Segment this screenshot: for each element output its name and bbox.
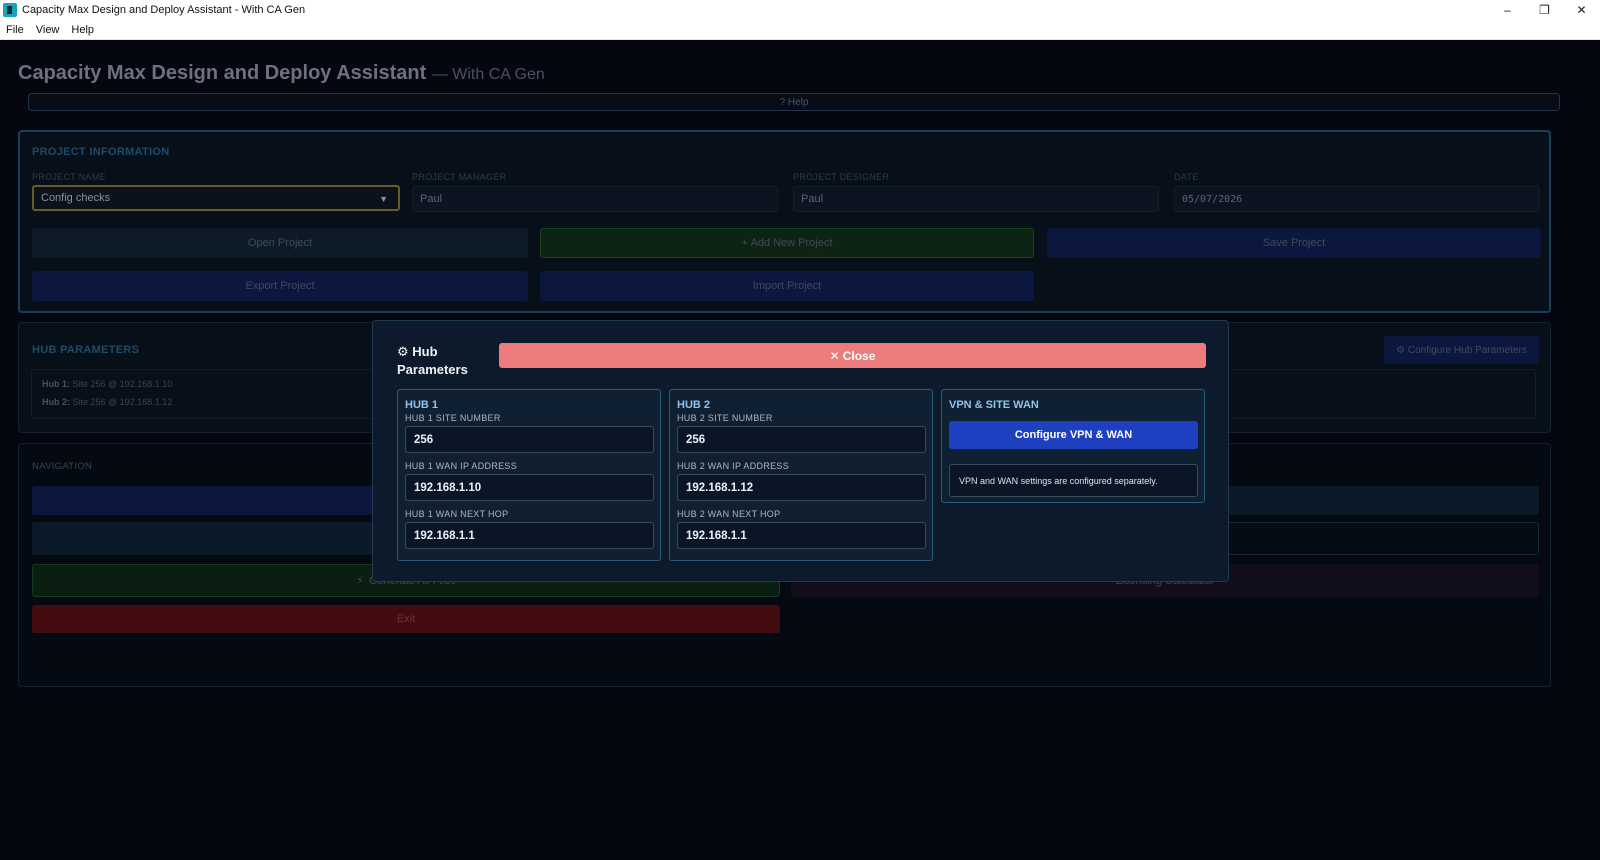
project-manager-field[interactable]: Paul [412,186,778,212]
project-designer-field[interactable]: Paul [793,186,1159,212]
project-info-title: PROJECT INFORMATION [32,146,170,158]
menu-view[interactable]: View [30,24,66,36]
help-button[interactable]: ? Help [28,93,1560,111]
hub-parameters-title: HUB PARAMETERS [32,344,140,356]
configure-vpn-wan-button[interactable]: Configure VPN & WAN [949,421,1198,449]
hub2-summary-value: Site 256 @ 192.168.1.12 [72,397,173,407]
configure-hub-parameters-button[interactable]: ⚙ Configure Hub Parameters [1384,336,1539,364]
hub2-ip-input[interactable]: 192.168.1.12 [677,474,926,501]
close-window-button[interactable]: ✕ [1563,0,1600,20]
app-icon [3,3,17,17]
menu-file[interactable]: File [0,24,30,36]
hub2-title: HUB 2 [677,399,711,411]
hub2-summary: Hub 2: Site 256 @ 192.168.1.12 [42,397,172,407]
menu-help[interactable]: Help [65,24,100,36]
hub2-ip-label: HUB 2 WAN IP ADDRESS [677,461,790,471]
modal-title: ⚙ Hub Parameters [397,343,468,379]
app-title: Capacity Max Design and Deploy Assistant… [18,62,545,85]
project-designer-label: PROJECT DESIGNER [793,172,890,182]
hub1-summary: Hub 1: Site 256 @ 192.168.1.10 [42,379,172,389]
hub2-hop-label: HUB 2 WAN NEXT HOP [677,509,781,519]
vpn-note: VPN and WAN settings are configured sepa… [949,464,1198,497]
hub1-panel: HUB 1 HUB 1 SITE NUMBER 256 HUB 1 WAN IP… [397,389,661,561]
hub2-hop-input[interactable]: 192.168.1.1 [677,522,926,549]
export-project-button[interactable]: Export Project [32,271,528,301]
hub1-summary-label: Hub 1: [42,379,70,389]
close-modal-label: Close [842,348,876,363]
project-info-card: PROJECT INFORMATION PROJECT NAME Config … [18,130,1551,313]
hub1-title: HUB 1 [405,399,439,411]
hub1-ip-label: HUB 1 WAN IP ADDRESS [405,461,518,471]
hub1-ip-input[interactable]: 192.168.1.10 [405,474,654,501]
lightning-icon: ⚡ [356,575,364,587]
close-modal-button[interactable]: ✕ Close [499,343,1206,368]
date-label: DATE [1174,172,1199,182]
window-title: Capacity Max Design and Deploy Assistant… [22,4,306,16]
hub1-hop-input[interactable]: 192.168.1.1 [405,522,654,549]
hub2-site-label: HUB 2 SITE NUMBER [677,413,773,423]
hub1-site-label: HUB 1 SITE NUMBER [405,413,501,423]
add-new-project-button[interactable]: + Add New Project [540,228,1034,258]
save-project-button[interactable]: Save Project [1047,228,1541,258]
chevron-down-icon: ▼ [379,194,388,204]
hub-parameters-modal: ⚙ Hub Parameters ✕ Close HUB 1 HUB 1 SIT… [372,320,1229,582]
open-project-button[interactable]: Open Project [32,228,528,258]
date-field[interactable]: 05/07/2026 [1174,186,1540,212]
hub1-summary-value: Site 256 @ 192.168.1.10 [72,379,173,389]
navigation-title: NAVIGATION [32,461,93,472]
restore-button[interactable]: ❐ [1526,0,1563,20]
hub2-summary-label: Hub 2: [42,397,70,407]
vpn-title: VPN & SITE WAN [949,399,1039,411]
hub1-site-input[interactable]: 256 [405,426,654,453]
import-project-button[interactable]: Import Project [540,271,1034,301]
app-title-sub: — With CA Gen [431,66,545,83]
project-name-label: PROJECT NAME [32,172,106,182]
modal-title-line1: ⚙ Hub [397,344,438,359]
hub2-site-input[interactable]: 256 [677,426,926,453]
hub1-hop-label: HUB 1 WAN NEXT HOP [405,509,509,519]
window-titlebar: Capacity Max Design and Deploy Assistant… [0,0,1600,20]
modal-title-line2: Parameters [397,362,468,377]
project-name-value: Config checks [41,192,111,204]
app-title-main: Capacity Max Design and Deploy Assistant [18,62,427,84]
close-icon: ✕ [829,348,840,363]
hub2-panel: HUB 2 HUB 2 SITE NUMBER 256 HUB 2 WAN IP… [669,389,933,561]
minimize-button[interactable]: – [1489,0,1526,20]
menu-bar: File View Help [0,20,1600,40]
project-manager-label: PROJECT MANAGER [412,172,507,182]
exit-button[interactable]: Exit [32,605,780,633]
project-name-select[interactable]: Config checks ▼ [32,185,400,211]
vpn-site-wan-panel: VPN & SITE WAN Configure VPN & WAN VPN a… [941,389,1205,503]
